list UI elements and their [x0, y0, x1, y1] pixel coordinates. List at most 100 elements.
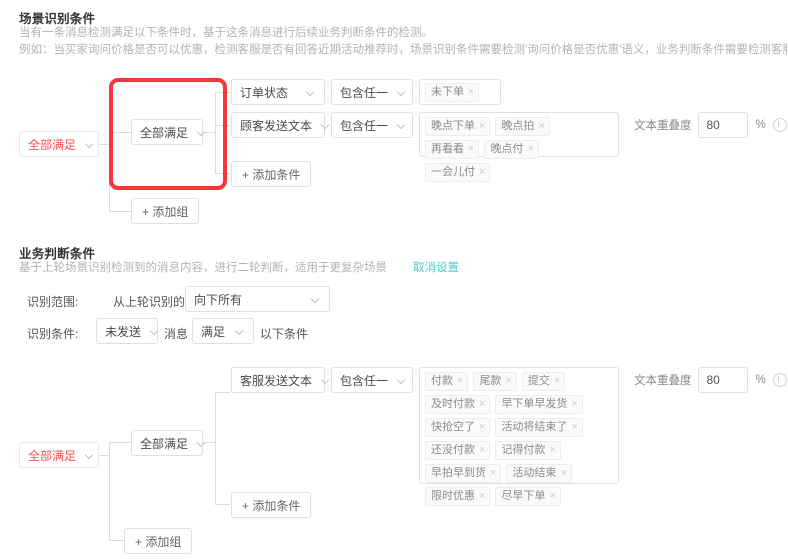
tag-item[interactable]: 活动将结束了 × [495, 418, 583, 437]
business-root-logic-select[interactable]: 全部满足 [19, 442, 99, 468]
tag-label: 还没付款 [431, 444, 475, 456]
condition-sent-select[interactable]: 未发送 [96, 318, 158, 344]
business-overlap-group: 文本重叠度 % [634, 367, 787, 393]
tag-item[interactable]: 活动结束 × [506, 464, 572, 483]
business-root-logic-label: 全部满足 [28, 448, 77, 463]
tree-line [215, 392, 230, 393]
scene-group-logic-select[interactable]: 全部满足 [131, 119, 203, 145]
close-icon[interactable]: × [479, 488, 485, 505]
scene-overlap-input[interactable] [697, 112, 748, 138]
scene-row0-operator-select[interactable]: 包含任一 [331, 79, 413, 105]
tag-label: 再看看 [431, 143, 464, 155]
tag-item[interactable]: 及时付款 × [425, 395, 491, 414]
business-overlap-input[interactable] [697, 367, 748, 393]
chevron-down-icon [312, 295, 321, 304]
scene-row1-field-select[interactable]: 顾客发送文本 [231, 112, 325, 138]
scene-row0-operator-label: 包含任一 [340, 85, 389, 100]
condition-mid-text: 消息 [164, 327, 189, 341]
close-icon[interactable]: × [479, 396, 485, 413]
info-icon[interactable] [772, 373, 787, 387]
business-add-group-button[interactable]: + 添加组 [124, 528, 193, 554]
tag-item[interactable]: 晚点拍 × [495, 117, 550, 136]
chevron-down-icon [236, 327, 245, 336]
close-icon[interactable]: × [479, 442, 485, 459]
scene-overlap-group: 文本重叠度 % [634, 112, 787, 138]
business-overlap-unit: % [755, 374, 766, 386]
tag-item[interactable]: 早下单早发货 × [495, 395, 583, 414]
close-icon[interactable]: × [457, 373, 463, 390]
tag-label: 未下单 [431, 86, 464, 98]
chevron-down-icon [322, 121, 331, 130]
close-icon[interactable]: × [479, 118, 485, 135]
tag-item[interactable]: 再看看 × [425, 140, 480, 159]
scene-add-group-button[interactable]: + 添加组 [131, 198, 200, 224]
tag-item[interactable]: 一会儿付 × [425, 163, 491, 182]
tag-item[interactable]: 提交 × [521, 372, 566, 391]
scene-row0-field-label: 订单状态 [240, 85, 289, 100]
tag-label: 提交 [527, 375, 550, 387]
tag-item[interactable]: 晚点付 × [484, 140, 539, 159]
section-business-desc: 基于上轮场景识别检测到的消息内容，进行二轮判断，适用于更复杂场景 取消设置 [19, 260, 459, 277]
tag-label: 晚点下单 [431, 120, 475, 132]
tree-line [215, 504, 230, 505]
tree-line [215, 125, 230, 126]
close-icon[interactable]: × [490, 465, 496, 482]
tag-item[interactable]: 未下单 × [425, 83, 480, 102]
close-icon[interactable]: × [560, 465, 566, 482]
section-scene-desc-line2: 例如：当买家询问价格是否可以优惠，检测客服是否有回答近期活动推荐时，场景识别条件… [19, 44, 788, 56]
scene-add-condition-button[interactable]: + 添加条件 [231, 161, 312, 187]
scene-row1-operator-label: 包含任一 [340, 118, 389, 133]
tag-item[interactable]: 尾款 × [473, 372, 517, 391]
tree-line [109, 211, 131, 212]
tag-label: 及时付款 [431, 398, 475, 410]
business-row0-operator-select[interactable]: 包含任一 [331, 367, 413, 393]
business-row0-field-label: 客服发送文本 [240, 373, 313, 388]
tag-item[interactable]: 记得付款 × [495, 441, 561, 460]
close-icon[interactable]: × [479, 419, 485, 436]
close-icon[interactable]: × [468, 141, 474, 158]
condition-satisfy-select[interactable]: 满足 [192, 318, 254, 344]
tag-item[interactable]: 晚点下单 × [425, 117, 491, 136]
business-add-condition-button[interactable]: + 添加条件 [231, 492, 312, 518]
business-overlap-label: 文本重叠度 [634, 375, 692, 387]
scene-row0-tags[interactable]: 未下单 × [419, 79, 501, 105]
section-business-desc-text: 基于上轮场景识别检测到的消息内容，进行二轮判断，适用于更复杂场景 [19, 262, 387, 274]
tag-label: 限时优惠 [431, 490, 475, 502]
close-icon[interactable]: × [571, 419, 577, 436]
close-icon[interactable]: × [468, 84, 474, 101]
tag-item[interactable]: 快抢空了 × [425, 418, 491, 437]
close-icon[interactable]: × [549, 488, 555, 505]
tree-line [215, 173, 230, 174]
scene-row0-field-select[interactable]: 订单状态 [231, 79, 325, 105]
scene-row1-field-label: 顾客发送文本 [240, 118, 313, 133]
business-row0-tags[interactable]: 付款 × 尾款 × 提交 × 及时付款 × 早下单早发货 × 快抢空了 × 活动将结束了 × … [419, 367, 619, 506]
tag-item[interactable]: 尽早下单 × [495, 487, 561, 506]
tag-item[interactable]: 限时优惠 × [425, 487, 491, 506]
close-icon[interactable]: × [479, 164, 485, 181]
chevron-down-icon [86, 140, 95, 149]
scope-direction-select[interactable]: 向下所有 [185, 286, 330, 312]
close-icon[interactable]: × [527, 141, 533, 158]
chevron-down-icon [322, 376, 331, 385]
chevron-down-icon [198, 128, 207, 137]
business-row0-field-select[interactable]: 客服发送文本 [231, 367, 325, 393]
cancel-setting-link[interactable]: 取消设置 [413, 262, 459, 274]
chevron-down-icon [398, 376, 407, 385]
tag-item[interactable]: 付款 × [425, 372, 469, 391]
close-icon[interactable]: × [554, 373, 560, 390]
tag-item[interactable]: 还没付款 × [425, 441, 491, 460]
scene-group-logic-label: 全部满足 [140, 125, 189, 140]
tree-line [109, 442, 110, 541]
tag-item[interactable]: 早拍早到货 × [425, 464, 502, 483]
close-icon[interactable]: × [538, 118, 544, 135]
info-icon[interactable] [772, 118, 787, 132]
tag-label: 晚点拍 [501, 120, 535, 132]
close-icon[interactable]: × [549, 442, 555, 459]
close-icon[interactable]: × [571, 396, 577, 413]
business-group-logic-select[interactable]: 全部满足 [131, 430, 203, 456]
scene-row1-operator-select[interactable]: 包含任一 [331, 112, 413, 138]
scene-row1-tags[interactable]: 晚点下单 × 晚点拍 × 再看看 × 晚点付 × 一会儿付 × [419, 112, 619, 182]
chevron-down-icon [86, 451, 95, 460]
scene-root-logic-select[interactable]: 全部满足 [19, 131, 99, 157]
close-icon[interactable]: × [505, 373, 511, 390]
